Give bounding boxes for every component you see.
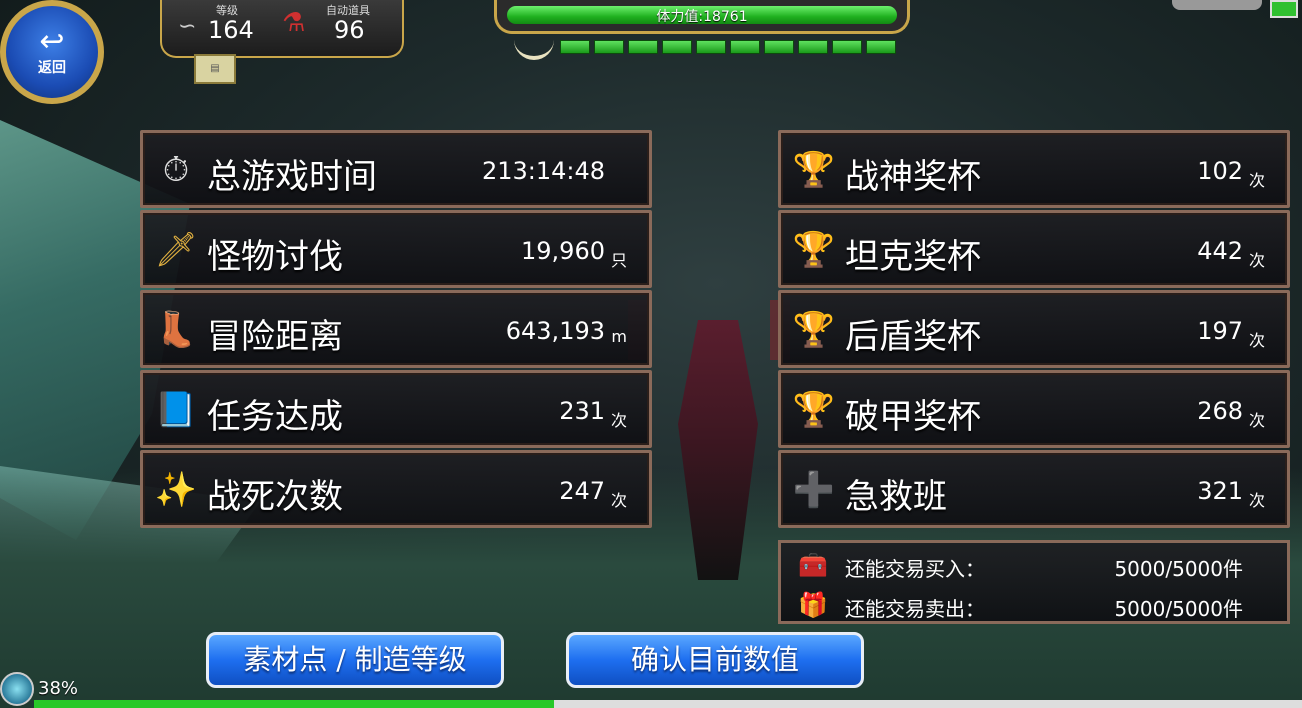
stat-label: 冒险距离 [207, 317, 343, 357]
stat-label: 战死次数 [207, 477, 343, 517]
stat-row: ⏱ 总游戏时间 213:14:48 [140, 130, 652, 208]
stat-value: 102 [1197, 157, 1243, 185]
stat-label: 任务达成 [207, 397, 343, 437]
trophy-icon: 🏆 [792, 310, 836, 350]
stat-value: 197 [1197, 317, 1243, 345]
stat-label: 坦克奖杯 [845, 237, 981, 277]
trophy-icon: 🏆 [792, 230, 836, 270]
return-arrow-icon: ↩ [39, 24, 65, 59]
stat-value: 247 [559, 477, 605, 505]
trade-buy-row: 🧰 还能交易买入： 5000/5000件 [781, 547, 1287, 583]
stars-icon: ✨ [154, 470, 198, 510]
back-label: 返回 [38, 60, 66, 76]
trophy-icon: 🏆 [792, 150, 836, 190]
stat-unit: m [611, 327, 627, 346]
experience-bar-fill [34, 700, 554, 708]
stopwatch-icon: ⏱ [162, 150, 190, 190]
stat-label: 战神奖杯 [845, 157, 981, 197]
stat-value: 442 [1197, 237, 1243, 265]
id-card-icon[interactable]: ▤ [194, 54, 236, 84]
stamina-segment [866, 40, 896, 54]
boot-icon: 👢 [154, 310, 198, 350]
auto-item-value: 96 [334, 16, 365, 44]
trophy-row: 🏆 破甲奖杯 268 次 [778, 370, 1290, 448]
trophy-icon: 🏆 [792, 390, 836, 430]
stat-value: 213:14:48 [481, 157, 605, 185]
trade-limit-panel: 🧰 还能交易买入： 5000/5000件 🎁 还能交易卖出： 5000/5000… [778, 540, 1290, 624]
experience-percent: 38% [38, 678, 79, 699]
trophy-row: 🏆 战神奖杯 102 次 [778, 130, 1290, 208]
stat-value: 231 [559, 397, 605, 425]
trade-sell-row: 🎁 还能交易卖出： 5000/5000件 [781, 587, 1287, 623]
stamina-bar-frame: 体力值:18761 [494, 0, 910, 34]
stamina-segment [662, 40, 692, 54]
stamina-segment [594, 40, 624, 54]
treasure-chest-icon: 🧰 [798, 551, 828, 579]
level-icon: ∽ [178, 14, 197, 39]
stat-label: 破甲奖杯 [845, 397, 981, 437]
trade-sell-label: 还能交易卖出： [845, 597, 985, 621]
stamina-segment [798, 40, 828, 54]
clock-plate [1172, 0, 1262, 10]
back-button[interactable]: ↩ 返回 [0, 0, 104, 104]
stat-label: 怪物讨伐 [207, 237, 343, 277]
stat-row: 📘 任务达成 231 次 [140, 370, 652, 448]
stat-row: ✨ 战死次数 247 次 [140, 450, 652, 528]
sword-icon: 🗡 [154, 230, 198, 270]
stat-unit: 次 [1248, 171, 1265, 190]
stat-row: 👢 冒险距离 643,193 m [140, 290, 652, 368]
stat-unit: 次 [1248, 251, 1265, 270]
stamina-segment [560, 40, 590, 54]
trade-buy-label: 还能交易买入： [845, 557, 985, 581]
book-icon: 📘 [154, 390, 198, 430]
stat-unit: 次 [610, 491, 627, 510]
stat-unit: 次 [1248, 331, 1265, 350]
trade-sell-value: 5000/5000件 [1114, 597, 1243, 621]
stat-label: 后盾奖杯 [845, 317, 981, 357]
confirm-values-button[interactable]: 确认目前数值 [566, 632, 864, 688]
stamina-segment [832, 40, 862, 54]
stat-label: 总游戏时间 [207, 157, 377, 197]
stat-unit: 次 [610, 411, 627, 430]
stamina-segments [560, 40, 896, 54]
potion-icon: ⚗ [282, 8, 306, 38]
battery-icon [1270, 0, 1298, 18]
trophy-row: 🏆 后盾奖杯 197 次 [778, 290, 1290, 368]
stamina-segment [730, 40, 760, 54]
stamina-segment [628, 40, 658, 54]
trade-buy-value: 5000/5000件 [1114, 557, 1243, 581]
stat-unit: 只 [610, 251, 627, 270]
swirl-orb-icon [0, 672, 34, 706]
first-aid-icon: ➕ [792, 470, 836, 510]
trophy-row: 🏆 坦克奖杯 442 次 [778, 210, 1290, 288]
stat-value: 19,960 [521, 237, 605, 265]
stamina-segment [696, 40, 726, 54]
stamina-text: 体力值:18761 [656, 9, 748, 25]
stat-value: 268 [1197, 397, 1243, 425]
stat-unit: 次 [1248, 491, 1265, 510]
stamina-segment [764, 40, 794, 54]
stat-value: 643,193 [505, 317, 605, 345]
stat-label: 急救班 [845, 477, 947, 517]
materials-craft-level-button[interactable]: 素材点 / 制造等级 [206, 632, 504, 688]
trophy-row: ➕ 急救班 321 次 [778, 450, 1290, 528]
level-value: 164 [208, 16, 254, 44]
stat-value: 321 [1197, 477, 1243, 505]
stat-unit: 次 [1248, 411, 1265, 430]
stat-row: 🗡 怪物讨伐 19,960 只 [140, 210, 652, 288]
merchant-goods-icon: 🎁 [798, 591, 828, 619]
